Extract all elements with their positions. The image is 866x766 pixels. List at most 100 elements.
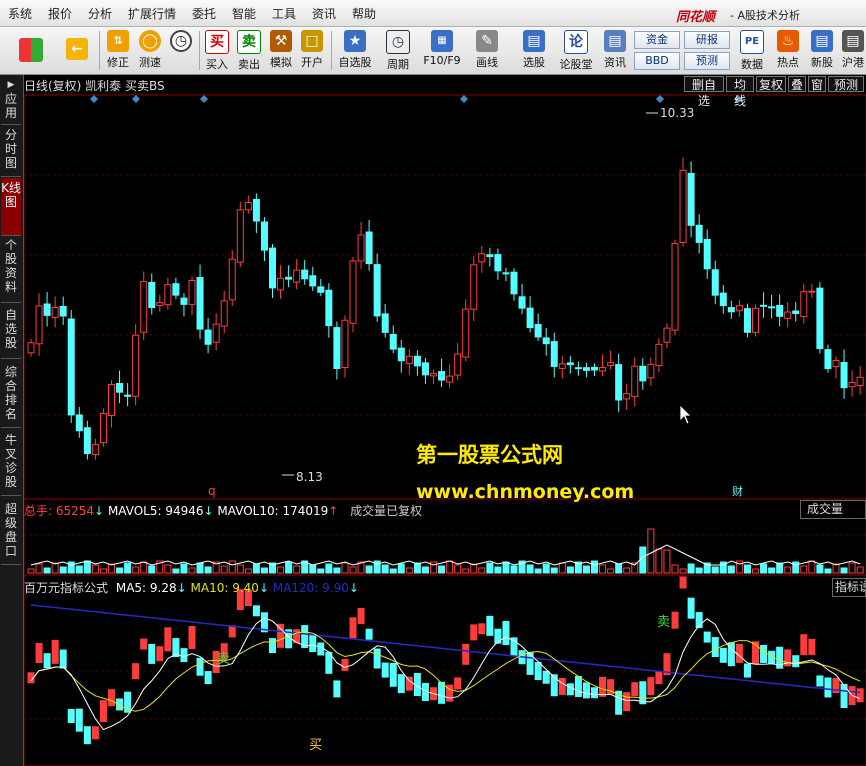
watchlist-button[interactable]: ★ 自选股 [335, 29, 375, 72]
ma120-value: MA120: 9.90 [272, 581, 349, 595]
hammer-icon: ⚒ [270, 30, 292, 52]
kline-candle [156, 302, 164, 307]
indicator-bar [639, 681, 647, 705]
volume-bar [244, 568, 252, 574]
f10-label: F10/F9 [423, 54, 461, 67]
menu-news[interactable]: 资讯 [312, 5, 336, 22]
news-button[interactable]: ▤ 资讯 [600, 29, 630, 72]
predict-button[interactable]: 预测 [828, 76, 864, 92]
volume-bar [27, 568, 35, 574]
kline-candle [341, 319, 349, 368]
indicator-bar [623, 692, 631, 712]
forum-button[interactable]: 论 论股堂 [557, 29, 595, 72]
remove-watchlist-button[interactable]: 删自选 [684, 76, 724, 108]
sidebar-tab-ranking[interactable]: 综合排名 [1, 362, 21, 428]
hot-icon: ♨ [777, 30, 799, 52]
period-button[interactable]: ◷ 周期 [380, 29, 416, 72]
volume-bar [277, 566, 285, 574]
sidebar-tab-intraday[interactable]: 分时图 [1, 125, 21, 177]
f10-icon: ▦ [431, 30, 453, 52]
menu-extended-quotes[interactable]: 扩展行情 [128, 5, 176, 22]
new-stock-button[interactable]: ▤ 新股 [806, 29, 838, 72]
kline-candle [438, 371, 446, 381]
volume-bar [116, 567, 124, 574]
sidebar-tab-diagnosis[interactable]: 牛叉诊股 [1, 430, 21, 496]
kline-candle [703, 238, 711, 270]
volume-bar [623, 567, 631, 574]
forecast-button[interactable]: 预测 [684, 52, 730, 70]
draw-line-button[interactable]: ✎ 画线 [469, 29, 505, 72]
menu-help[interactable]: 帮助 [352, 5, 376, 22]
volume-indicator-button[interactable]: 成交量 [800, 500, 866, 519]
data-button[interactable]: PE 数据 [736, 29, 768, 72]
kline-candle [196, 277, 204, 330]
indicator-bar [333, 680, 341, 698]
moving-average-button[interactable]: 均线 [726, 76, 754, 108]
kline-candle [478, 253, 486, 263]
menu-analysis[interactable]: 分析 [88, 5, 112, 22]
f10-button[interactable]: ▦ F10/F9 [421, 29, 463, 72]
volume-bar [309, 564, 317, 574]
volume-bar [172, 568, 180, 574]
menu-quotes[interactable]: 报价 [48, 5, 72, 22]
watchlist-label: 自选股 [338, 56, 372, 69]
mavol5-value: MAVOL5: 94946 [107, 504, 204, 518]
period-label: 周期 [387, 58, 409, 71]
speed-clock-button[interactable]: ◷ [166, 29, 196, 72]
adjusted-price-button[interactable]: 复权 [756, 76, 786, 92]
menu-trade[interactable]: 委托 [192, 5, 216, 22]
kline-candle [277, 277, 285, 291]
sidebar-tab-stock-profile[interactable]: 个股资料 [1, 235, 21, 303]
diamond-marker-icon [200, 95, 208, 103]
indicator-bar [655, 671, 663, 685]
kline-candle [421, 362, 429, 376]
research-report-button[interactable]: 研报 [684, 31, 730, 49]
menu-system[interactable]: 系统 [8, 5, 32, 22]
bbd-button[interactable]: BBD [634, 52, 680, 70]
indicator-bar [478, 623, 486, 635]
diamond-marker-icon [656, 95, 664, 103]
indicator-bar [454, 677, 462, 690]
new-stock-label: 新股 [811, 56, 833, 69]
kline-candle [800, 291, 808, 318]
revise-button[interactable]: ⇅ 修正 [103, 29, 133, 72]
ma5-line [30, 617, 861, 731]
indicator-bar [711, 637, 719, 658]
back-button[interactable]: ← [62, 29, 92, 72]
sidebar-tab-super-board[interactable]: 超级盘口 [1, 499, 21, 565]
kline-candle [856, 376, 864, 386]
stock-select-button[interactable]: ▤ 选股 [514, 29, 554, 72]
layout-button[interactable] [14, 29, 48, 72]
indicator-help-button[interactable]: 指标说 [832, 578, 866, 597]
kline-candle [333, 327, 341, 369]
kline-chart-canvas[interactable]: 10.338.13q 财卖卖买 [24, 75, 866, 766]
capital-button[interactable]: 资金 [634, 31, 680, 49]
hk-connect-button[interactable]: ▤ 沪港 [840, 29, 866, 72]
sidebar-tab-apps[interactable]: ▶ 应用 [1, 75, 21, 125]
indicator-bar [188, 626, 196, 650]
down-arrow-icon: ↓ [348, 581, 359, 595]
speed-test-button[interactable]: ◯ 测速 [135, 29, 165, 72]
buy-button[interactable]: 买 买入 [202, 29, 232, 72]
low-price-label: 8.13 [296, 470, 323, 484]
indicator-bar [647, 677, 655, 696]
kline-candle [824, 349, 832, 370]
sidebar-tab-kline[interactable]: K线图 [1, 178, 21, 236]
indicator-bar [132, 663, 140, 680]
indicator-bar [357, 608, 365, 625]
menu-tools[interactable]: 工具 [272, 5, 296, 22]
volume-bar [550, 567, 558, 574]
kline-candle [760, 304, 768, 307]
overlay-button[interactable]: 叠 [788, 76, 806, 92]
sidebar-tab-watchlist[interactable]: 自选股 [1, 305, 21, 359]
indicator-bar [309, 633, 317, 652]
open-account-button[interactable]: □ 开户 [297, 29, 327, 72]
menu-smart[interactable]: 智能 [232, 5, 256, 22]
kline-candle [615, 364, 623, 401]
sell-button[interactable]: 卖 卖出 [234, 29, 264, 72]
window-button[interactable]: 窗 [808, 76, 826, 92]
kline-candle [679, 169, 687, 243]
indicator-bar [204, 671, 212, 685]
simulate-button[interactable]: ⚒ 模拟 [266, 29, 296, 72]
hot-button[interactable]: ♨ 热点 [772, 29, 804, 72]
